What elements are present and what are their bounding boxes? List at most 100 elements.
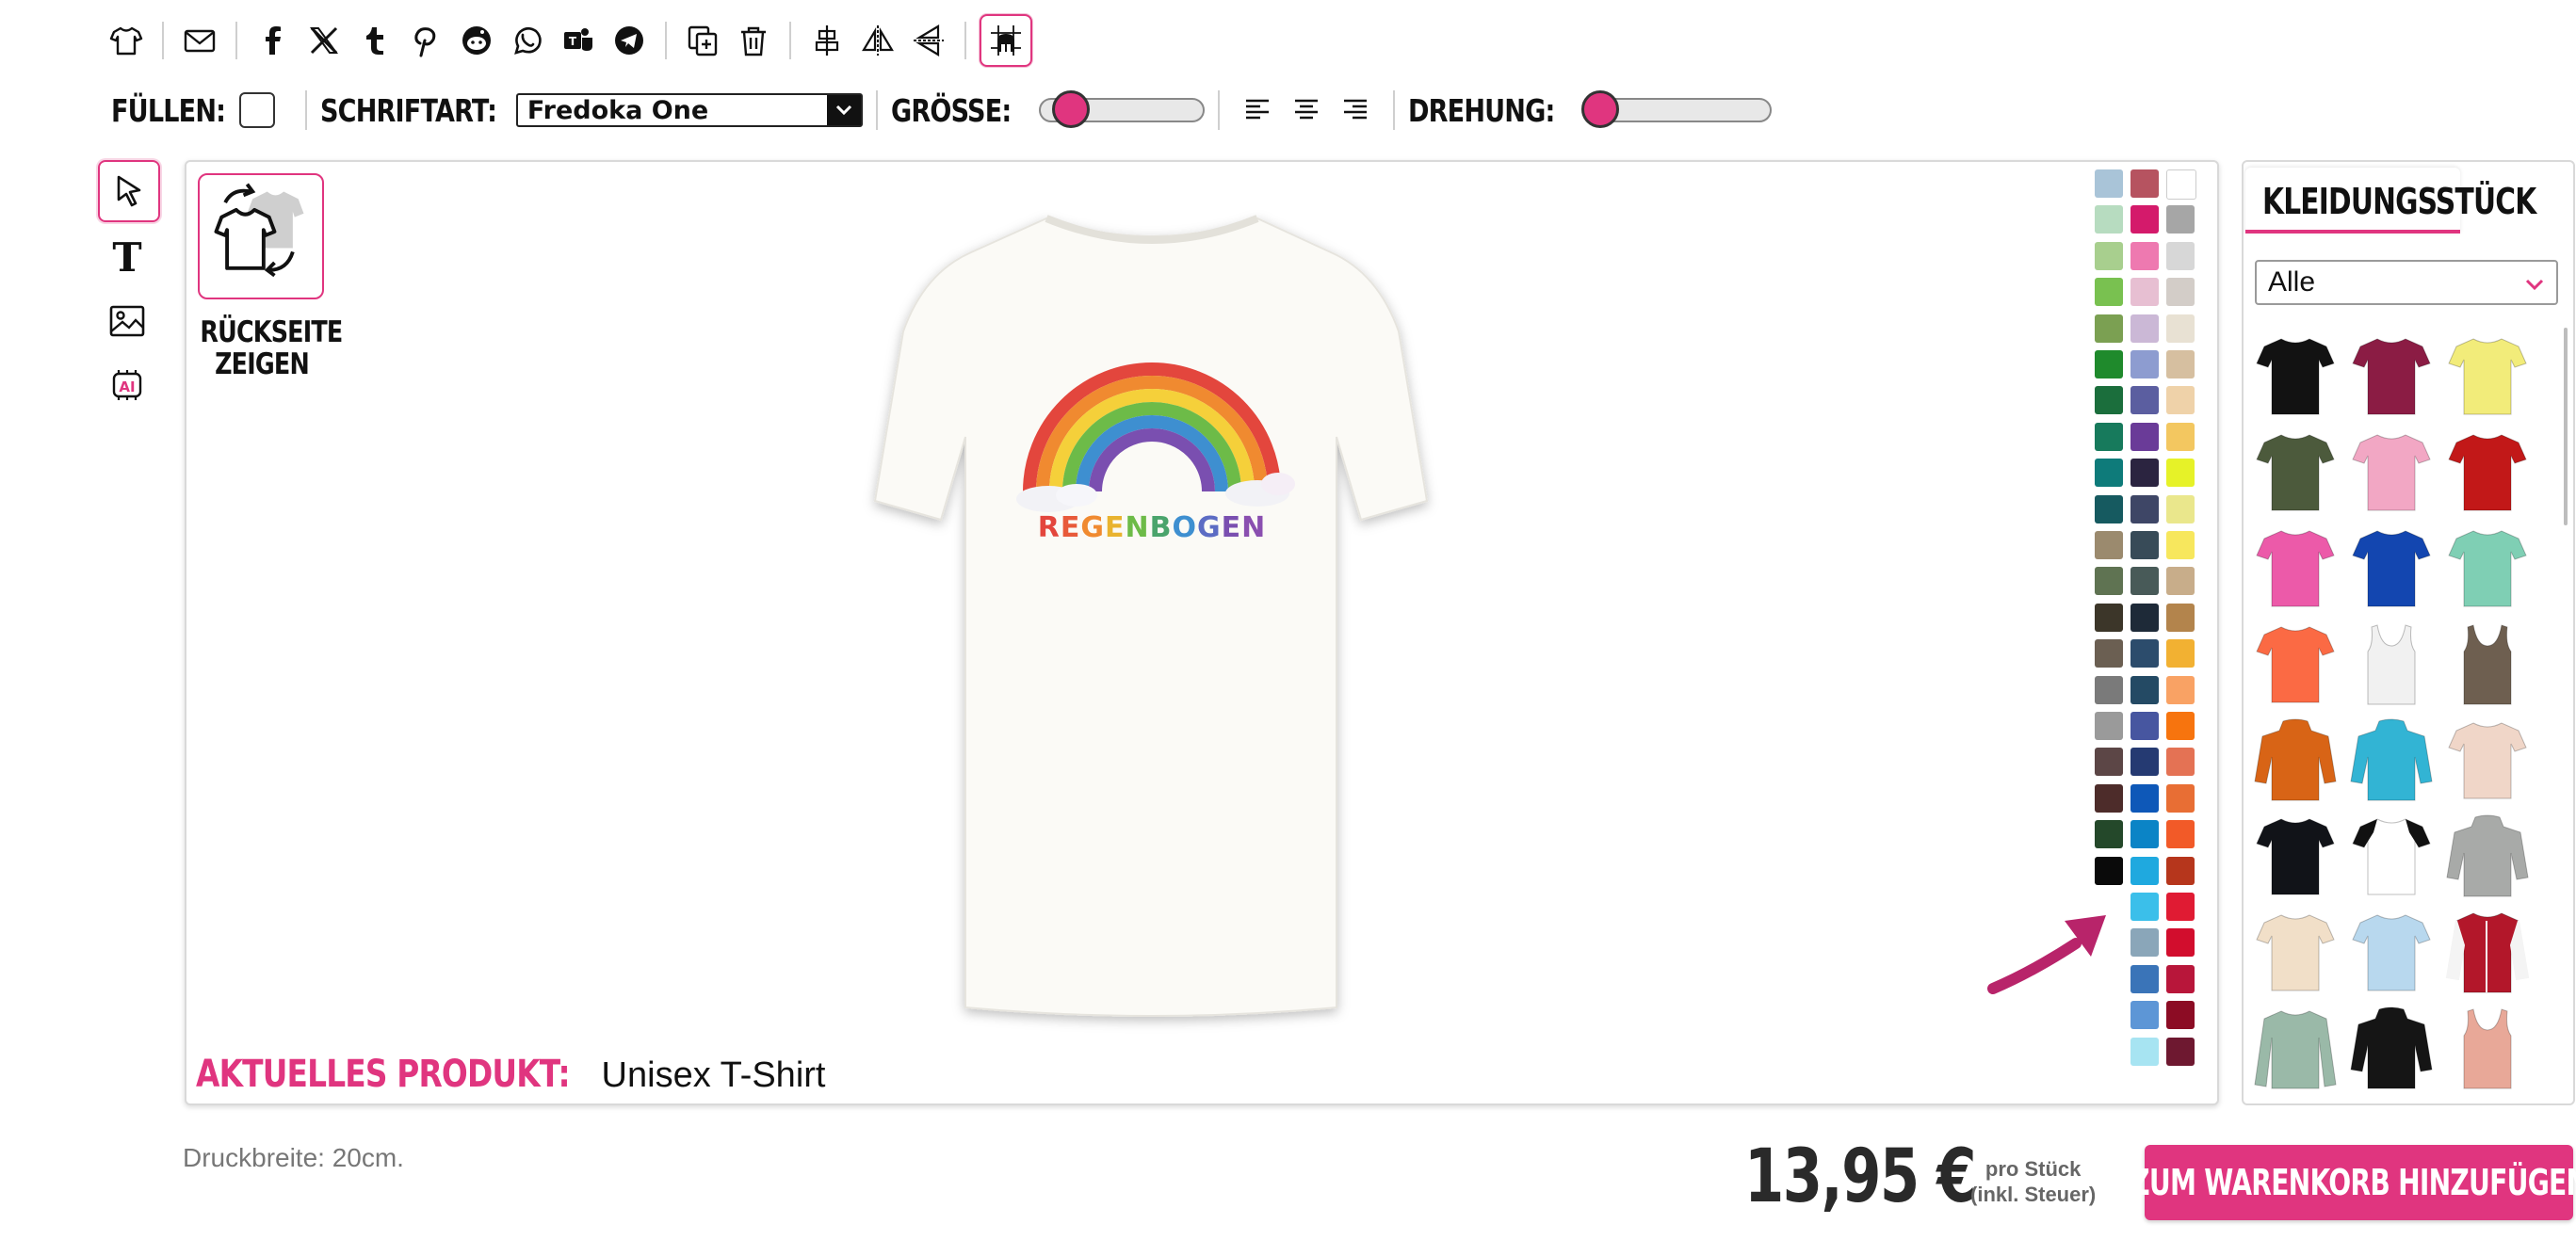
color-swatch[interactable] [2166, 314, 2195, 343]
color-swatch[interactable] [2166, 386, 2195, 415]
select-tool-button[interactable] [98, 160, 160, 222]
align-center-text-button[interactable] [1282, 88, 1331, 133]
color-swatch[interactable] [2095, 350, 2123, 378]
share-tumblr-button[interactable] [352, 18, 397, 63]
color-swatch[interactable] [2130, 712, 2159, 740]
duplicate-button[interactable] [680, 18, 725, 63]
color-swatch[interactable] [2130, 928, 2159, 958]
garment-thumbnail[interactable] [2349, 812, 2434, 902]
color-swatch[interactable] [2130, 893, 2159, 921]
color-swatch[interactable] [2166, 675, 2195, 704]
color-swatch[interactable] [2130, 386, 2159, 415]
size-slider-handle[interactable] [1052, 90, 1091, 128]
garment-thumbnail[interactable] [2349, 908, 2434, 998]
garment-thumbnail[interactable] [2349, 523, 2434, 614]
color-swatch[interactable] [2166, 531, 2195, 559]
delete-button[interactable] [731, 18, 776, 63]
color-swatch[interactable] [2095, 205, 2123, 234]
share-pinterest-button[interactable] [403, 18, 448, 63]
color-swatch[interactable] [2166, 350, 2195, 378]
show-back-button[interactable] [198, 173, 324, 299]
image-tool-button[interactable] [98, 292, 156, 350]
garment-tab[interactable]: KLEIDUNGSSTÜCK [2245, 168, 2536, 234]
rotation-slider-handle[interactable] [1580, 90, 1619, 128]
garment-thumbnail[interactable] [2445, 331, 2530, 422]
color-swatch[interactable] [2130, 748, 2159, 777]
color-swatch[interactable] [2166, 278, 2195, 307]
color-swatch[interactable] [2130, 856, 2159, 885]
color-swatch[interactable] [2166, 748, 2195, 777]
color-swatch[interactable] [2130, 964, 2159, 993]
color-swatch[interactable] [2095, 459, 2123, 488]
color-swatch[interactable] [2130, 169, 2159, 198]
garment-thumbnail[interactable] [2349, 331, 2434, 422]
color-swatch[interactable] [2166, 928, 2195, 958]
color-swatch[interactable] [2095, 169, 2123, 198]
color-swatch[interactable] [2166, 603, 2195, 632]
center-align-button[interactable] [804, 18, 850, 63]
color-swatch[interactable] [2166, 205, 2195, 234]
color-swatch[interactable] [2095, 748, 2123, 777]
color-swatch[interactable] [2166, 639, 2195, 668]
garment-scrollbar[interactable] [2564, 328, 2568, 525]
color-swatch[interactable] [2130, 205, 2159, 234]
garment-thumbnail[interactable] [2253, 1004, 2338, 1094]
text-tool-button[interactable]: T [98, 228, 156, 286]
color-swatch[interactable] [2130, 241, 2159, 270]
color-swatch[interactable] [2130, 459, 2159, 488]
design-text[interactable]: REGENBOGEN [1038, 511, 1266, 544]
ai-tool-button[interactable]: AI [98, 356, 156, 414]
color-swatch[interactable] [2130, 1037, 2159, 1066]
garment-thumbnail[interactable] [2253, 331, 2338, 422]
share-whatsapp-button[interactable] [505, 18, 550, 63]
color-swatch[interactable] [2166, 241, 2195, 270]
align-right-button[interactable] [1331, 88, 1380, 133]
garment-thumbnail[interactable] [2253, 620, 2338, 710]
garment-filter-select[interactable]: Alle [2255, 260, 2558, 305]
color-swatch[interactable] [2130, 820, 2159, 849]
color-swatch[interactable] [2095, 712, 2123, 740]
email-button[interactable] [177, 18, 222, 63]
share-telegram-button[interactable] [607, 18, 652, 63]
size-slider[interactable] [1039, 90, 1206, 128]
color-swatch[interactable] [2166, 459, 2195, 488]
garment-thumbnail[interactable] [2253, 523, 2338, 614]
design-canvas[interactable]: RÜCKSEITE ZEIGEN REGENBOGEN AKTUELLES PR… [185, 160, 2219, 1105]
color-swatch[interactable] [2166, 964, 2195, 993]
color-swatch[interactable] [2095, 314, 2123, 343]
garment-thumbnail[interactable] [2253, 812, 2338, 902]
garment-thumbnail[interactable] [2253, 427, 2338, 518]
color-swatch[interactable] [2095, 603, 2123, 632]
align-left-button[interactable] [1233, 88, 1282, 133]
color-swatch[interactable] [2095, 567, 2123, 596]
garment-thumbnail[interactable] [2445, 716, 2530, 806]
color-swatch[interactable] [2130, 422, 2159, 451]
color-swatch[interactable] [2166, 712, 2195, 740]
color-swatch[interactable] [2166, 494, 2195, 523]
font-select[interactable]: Fredoka One [515, 93, 863, 127]
color-swatch[interactable] [2095, 422, 2123, 451]
color-swatch[interactable] [2095, 241, 2123, 270]
garment-thumbnail[interactable] [2445, 620, 2530, 710]
color-swatch[interactable] [2166, 422, 2195, 451]
flip-vertical-button[interactable] [906, 18, 951, 63]
share-x-button[interactable] [301, 18, 347, 63]
garment-thumbnail[interactable] [2253, 908, 2338, 998]
color-swatch[interactable] [2130, 350, 2159, 378]
grid-snap-button[interactable] [980, 14, 1032, 67]
color-swatch[interactable] [2166, 893, 2195, 921]
product-tshirt-button[interactable] [104, 18, 149, 63]
color-swatch[interactable] [2130, 314, 2159, 343]
rotation-slider[interactable] [1580, 90, 1772, 128]
color-swatch[interactable] [2095, 278, 2123, 307]
color-swatch[interactable] [2095, 639, 2123, 668]
color-swatch[interactable] [2130, 639, 2159, 668]
garment-thumbnail[interactable] [2349, 1004, 2434, 1094]
color-swatch[interactable] [2095, 675, 2123, 704]
garment-thumbnail[interactable] [2349, 620, 2434, 710]
garment-thumbnail[interactable] [2445, 1004, 2530, 1094]
fill-checkbox[interactable] [238, 92, 275, 128]
flip-horizontal-button[interactable] [855, 18, 900, 63]
color-swatch[interactable] [2095, 386, 2123, 415]
garment-thumbnail[interactable] [2349, 427, 2434, 518]
